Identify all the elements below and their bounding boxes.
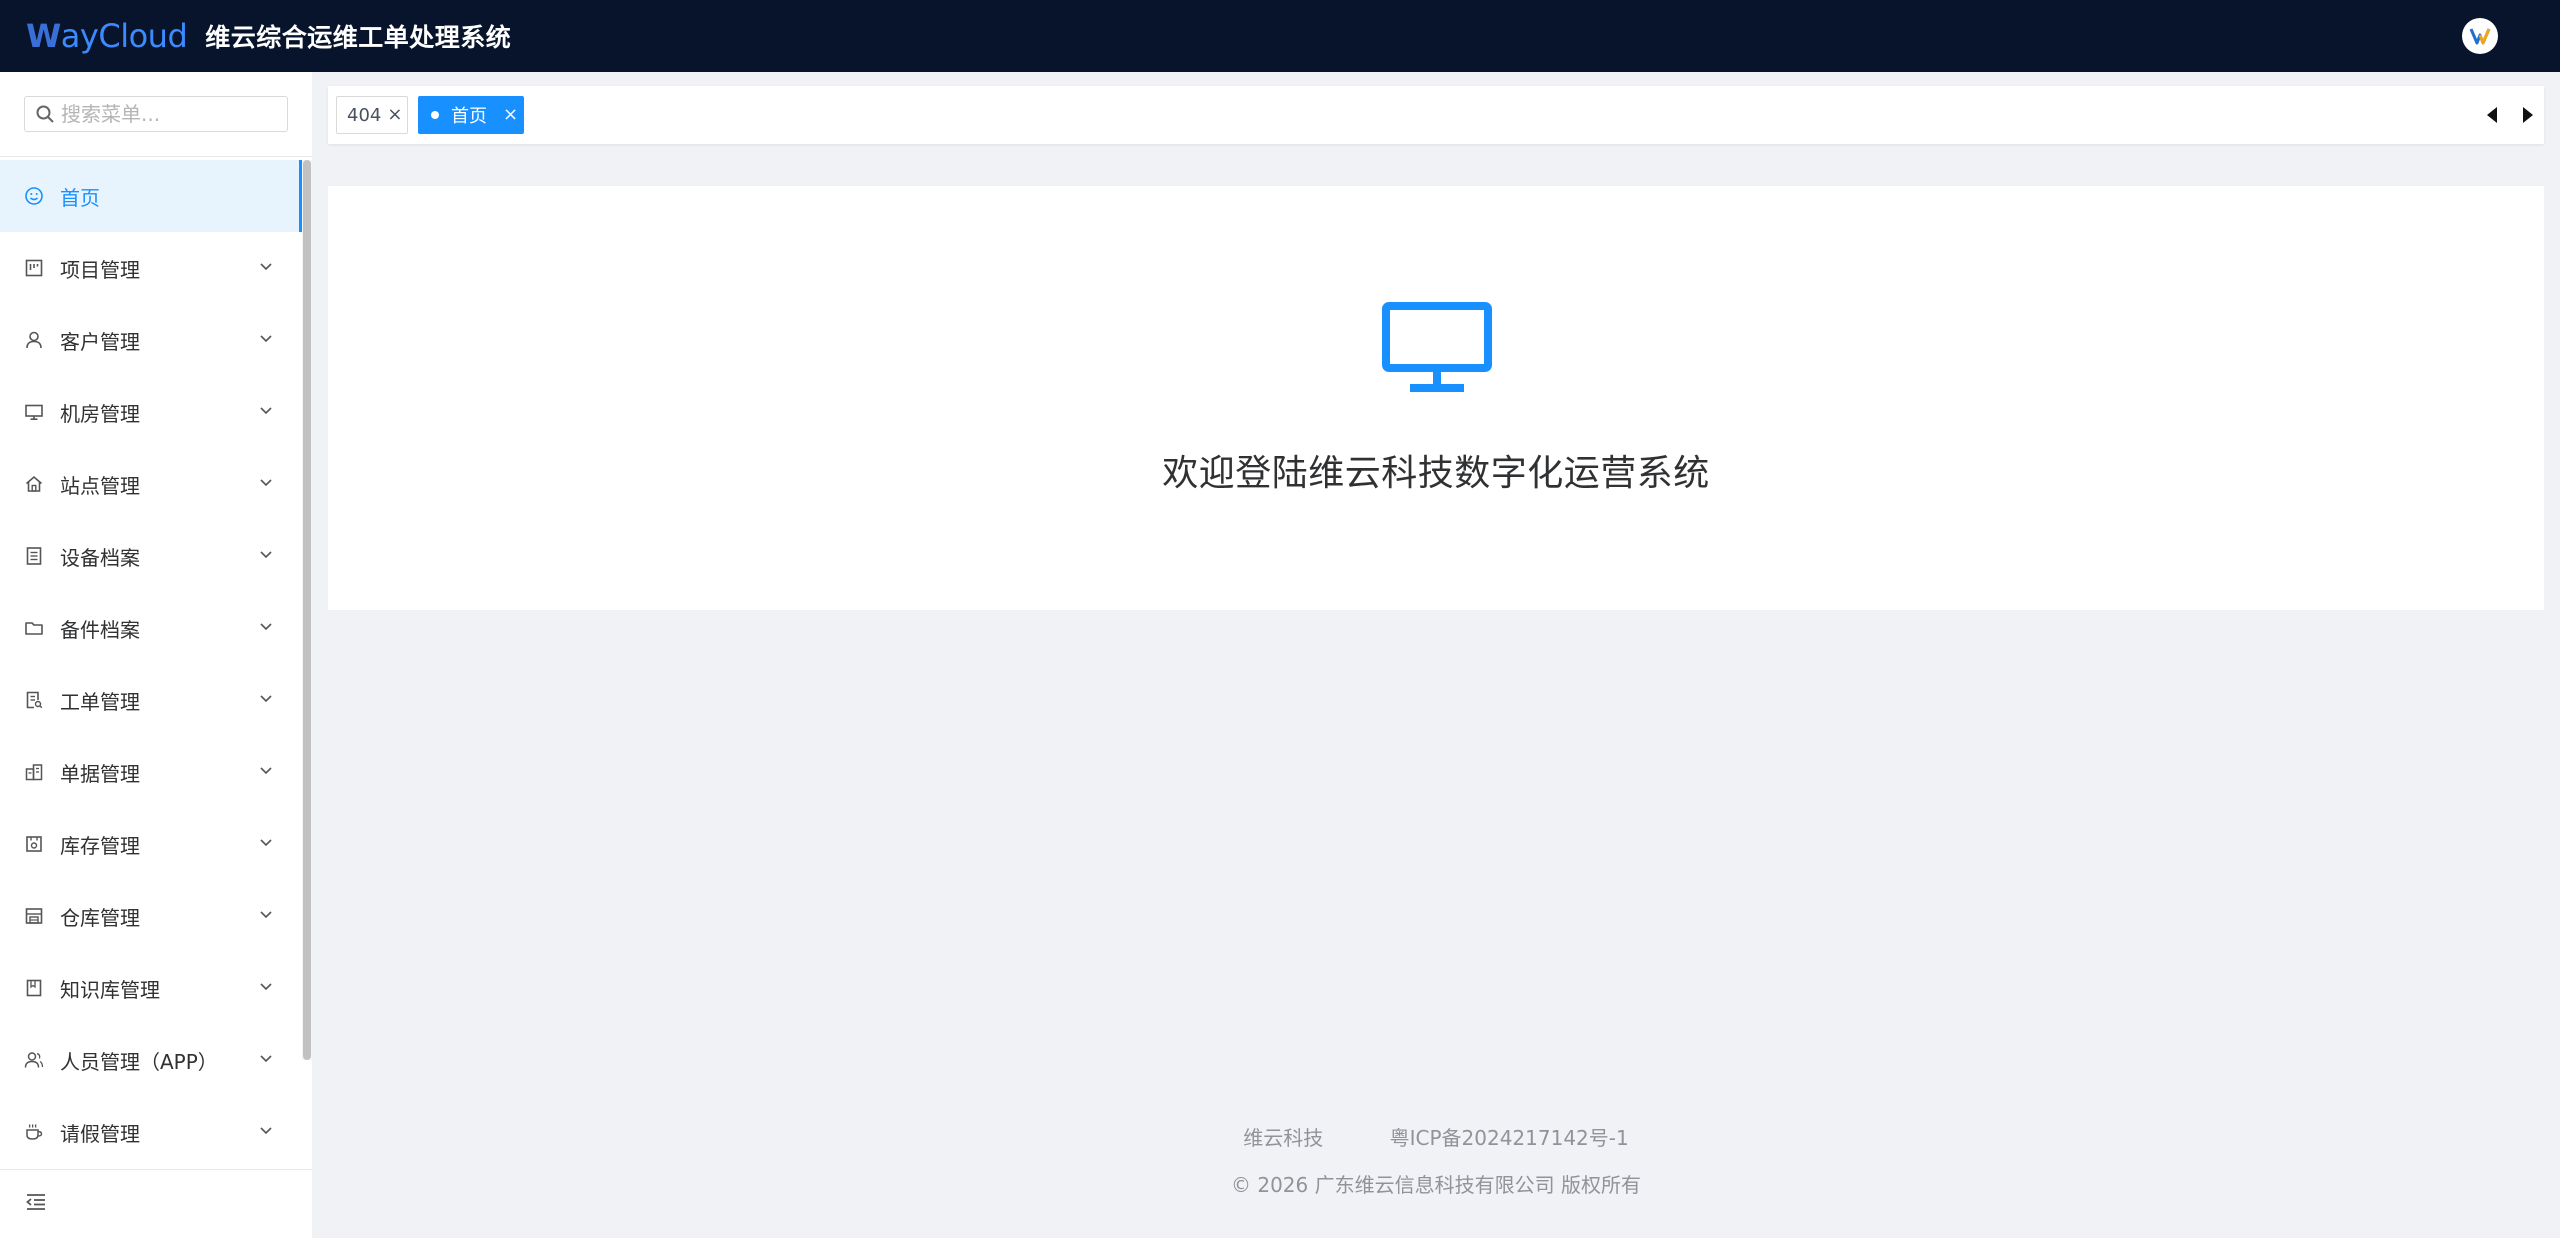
chevron-down-icon: [260, 479, 272, 487]
home-icon: [24, 474, 44, 494]
avatar-logo-icon: [2469, 28, 2491, 45]
sidebar-item-label: 客户管理: [60, 329, 140, 354]
book-icon: [24, 978, 44, 998]
users-icon: [24, 1050, 44, 1070]
close-icon[interactable]: ×: [503, 106, 518, 124]
smile-icon: [24, 186, 44, 206]
chevron-down-icon: [260, 623, 272, 631]
chevron-down-icon: [260, 839, 272, 847]
chevron-down-icon: [260, 911, 272, 919]
sidebar-item-inventory[interactable]: 库存管理: [0, 808, 302, 880]
sidebar-item-label: 备件档案: [60, 617, 140, 642]
sidebar-item-label: 人员管理（APP）: [60, 1049, 218, 1074]
sidebar-item-label: 设备档案: [60, 545, 140, 570]
sidebar: 首页 项目管理 客户管理 机房管理: [0, 72, 312, 1238]
top-header: WayCloud 维云综合运维工单处理系统: [0, 0, 2560, 72]
sidebar-item-label: 首页: [60, 185, 100, 210]
chevron-down-icon: [260, 263, 272, 271]
sidebar-item-label: 知识库管理: [60, 977, 160, 1002]
tab-404[interactable]: 404 ×: [336, 96, 408, 134]
tab-label: 404: [347, 104, 382, 126]
cup-icon: [24, 1122, 44, 1142]
tab-label: 首页: [451, 106, 487, 127]
chevron-down-icon: [260, 983, 272, 991]
caret-right-icon[interactable]: [2516, 104, 2538, 126]
sidebar-item-label: 仓库管理: [60, 905, 140, 930]
sidebar-item-label: 机房管理: [60, 401, 140, 426]
sidebar-item-machine-rooms[interactable]: 机房管理: [0, 376, 302, 448]
box-icon: [24, 834, 44, 854]
sidebar-item-sites[interactable]: 站点管理: [0, 448, 302, 520]
sidebar-item-leave[interactable]: 请假管理: [0, 1096, 302, 1168]
sidebar-item-label: 站点管理: [60, 473, 140, 498]
close-icon[interactable]: ×: [387, 106, 402, 124]
sidebar-item-customers[interactable]: 客户管理: [0, 304, 302, 376]
chevron-down-icon: [260, 335, 272, 343]
sidebar-item-spare-parts[interactable]: 备件档案: [0, 592, 302, 664]
project-icon: [24, 258, 44, 278]
footer-company[interactable]: 维云科技: [1243, 1126, 1323, 1150]
footer-copyright: © 2026 广东维云信息科技有限公司 版权所有: [312, 1169, 2560, 1198]
monitor-icon: [1382, 302, 1492, 392]
copyright-icon: ©: [1231, 1173, 1251, 1197]
divider: [0, 156, 312, 157]
sidebar-menu: 首页 项目管理 客户管理 机房管理 站点管理 设备档案 备件档案 工单管理 单据…: [0, 160, 302, 1168]
user-avatar[interactable]: [2462, 18, 2498, 54]
welcome-card: 欢迎登陆维云科技数字化运营系统: [328, 186, 2544, 610]
menu-search-input[interactable]: [61, 102, 281, 126]
tabs-bar: 404 × 首页 ×: [328, 86, 2544, 144]
sidebar-item-warehouse[interactable]: 仓库管理: [0, 880, 302, 952]
sidebar-item-documents[interactable]: 单据管理: [0, 736, 302, 808]
waycloud-logo[interactable]: WayCloud: [26, 17, 188, 55]
caret-left-icon[interactable]: [2482, 104, 2504, 126]
sidebar-item-knowledge-base[interactable]: 知识库管理: [0, 952, 302, 1024]
sidebar-item-projects[interactable]: 项目管理: [0, 232, 302, 304]
warehouse-icon: [24, 906, 44, 926]
footer-icp[interactable]: 粤ICP备2024217142号-1: [1390, 1126, 1629, 1150]
welcome-message: 欢迎登陆维云科技数字化运营系统: [1162, 453, 1710, 494]
chevron-down-icon: [260, 1055, 272, 1063]
search-icon: [36, 105, 54, 123]
active-dot: [431, 111, 439, 119]
logo-initial: W: [26, 17, 61, 55]
sidebar-item-label: 库存管理: [60, 833, 140, 858]
sidebar-item-label: 单据管理: [60, 761, 140, 786]
sidebar-item-label: 请假管理: [60, 1121, 140, 1146]
sidebar-item-equipment-records[interactable]: 设备档案: [0, 520, 302, 592]
sidebar-item-label: 项目管理: [60, 257, 140, 282]
sidebar-scrollbar[interactable]: [302, 160, 312, 1060]
system-title: 维云综合运维工单处理系统: [205, 23, 512, 52]
logo-text: ayCloud: [60, 17, 188, 55]
scrollbar-thumb[interactable]: [303, 160, 311, 1060]
sidebar-item-work-orders[interactable]: 工单管理: [0, 664, 302, 736]
order-icon: [24, 690, 44, 710]
monitor-icon: [24, 402, 44, 422]
chevron-down-icon: [260, 407, 272, 415]
user-icon: [24, 330, 44, 350]
sidebar-item-staff-app[interactable]: 人员管理（APP）: [0, 1024, 302, 1096]
footer: 维云科技 粤ICP备2024217142号-1 © 2026 广东维云信息科技有…: [312, 1122, 2560, 1198]
sidebar-item-label: 工单管理: [60, 689, 140, 714]
menu-search[interactable]: [24, 96, 288, 132]
chevron-down-icon: [260, 695, 272, 703]
chevron-down-icon: [260, 767, 272, 775]
folder-icon: [24, 618, 44, 638]
chevron-down-icon: [260, 1127, 272, 1135]
collapse-menu-icon[interactable]: [24, 1190, 48, 1214]
divider: [0, 1169, 312, 1170]
copyright-text: 2026 广东维云信息科技有限公司 版权所有: [1257, 1173, 1641, 1197]
building-icon: [24, 762, 44, 782]
sidebar-item-home[interactable]: 首页: [0, 160, 302, 232]
tab-home[interactable]: 首页 ×: [418, 96, 524, 134]
chevron-down-icon: [260, 551, 272, 559]
document-icon: [24, 546, 44, 566]
